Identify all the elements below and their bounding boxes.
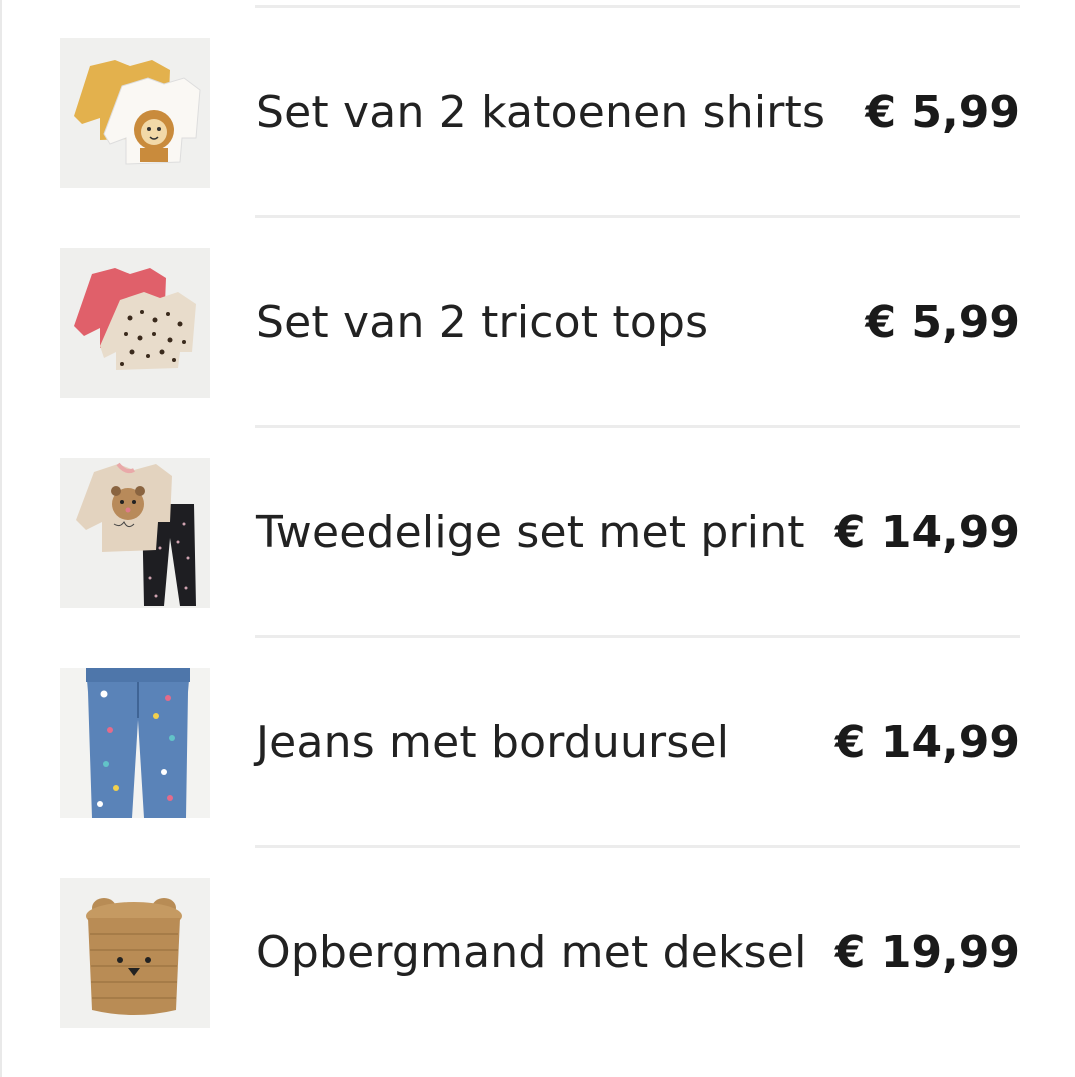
product-name[interactable]: Tweedelige set met print	[256, 458, 805, 608]
product-name[interactable]: Opbergmand met deksel	[256, 878, 807, 1028]
product-thumbnail[interactable]	[60, 38, 210, 188]
product-price: € 19,99	[834, 927, 1020, 978]
list-item-product[interactable]: Jeans met borduursel € 14,99	[0, 668, 1075, 818]
product-price: € 5,99	[865, 297, 1021, 348]
product-thumbnail[interactable]	[60, 668, 210, 818]
list-divider	[255, 5, 1020, 8]
list-item-product[interactable]: Tweedelige set met print € 14,99	[0, 458, 1075, 608]
two-jersey-tops-leopard-print-image	[60, 248, 210, 398]
product-price: € 14,99	[834, 507, 1020, 558]
bear-storage-basket-image	[60, 878, 210, 1028]
list-item-product[interactable]: Set van 2 katoenen shirts € 5,99	[0, 38, 1075, 188]
embroidered-jeans-image	[60, 668, 210, 818]
product-thumbnail[interactable]	[60, 878, 210, 1028]
product-price: € 5,99	[865, 87, 1021, 138]
list-item-product[interactable]: Set van 2 tricot tops € 5,99	[0, 248, 1075, 398]
product-price: € 14,99	[834, 717, 1020, 768]
product-thumbnail[interactable]	[60, 248, 210, 398]
list-item-product[interactable]: Opbergmand met deksel € 19,99	[0, 878, 1075, 1028]
product-name[interactable]: Set van 2 tricot tops	[256, 248, 708, 398]
product-name[interactable]: Set van 2 katoenen shirts	[256, 38, 825, 188]
product-thumbnail[interactable]	[60, 458, 210, 608]
two-piece-set-leopard-sweater-leggings-image	[60, 458, 210, 608]
list-divider	[255, 635, 1020, 638]
list-divider	[255, 425, 1020, 428]
list-divider	[255, 215, 1020, 218]
two-cotton-shirts-lion-print-image	[60, 38, 210, 188]
product-name[interactable]: Jeans met borduursel	[256, 668, 729, 818]
list-divider	[255, 845, 1020, 848]
